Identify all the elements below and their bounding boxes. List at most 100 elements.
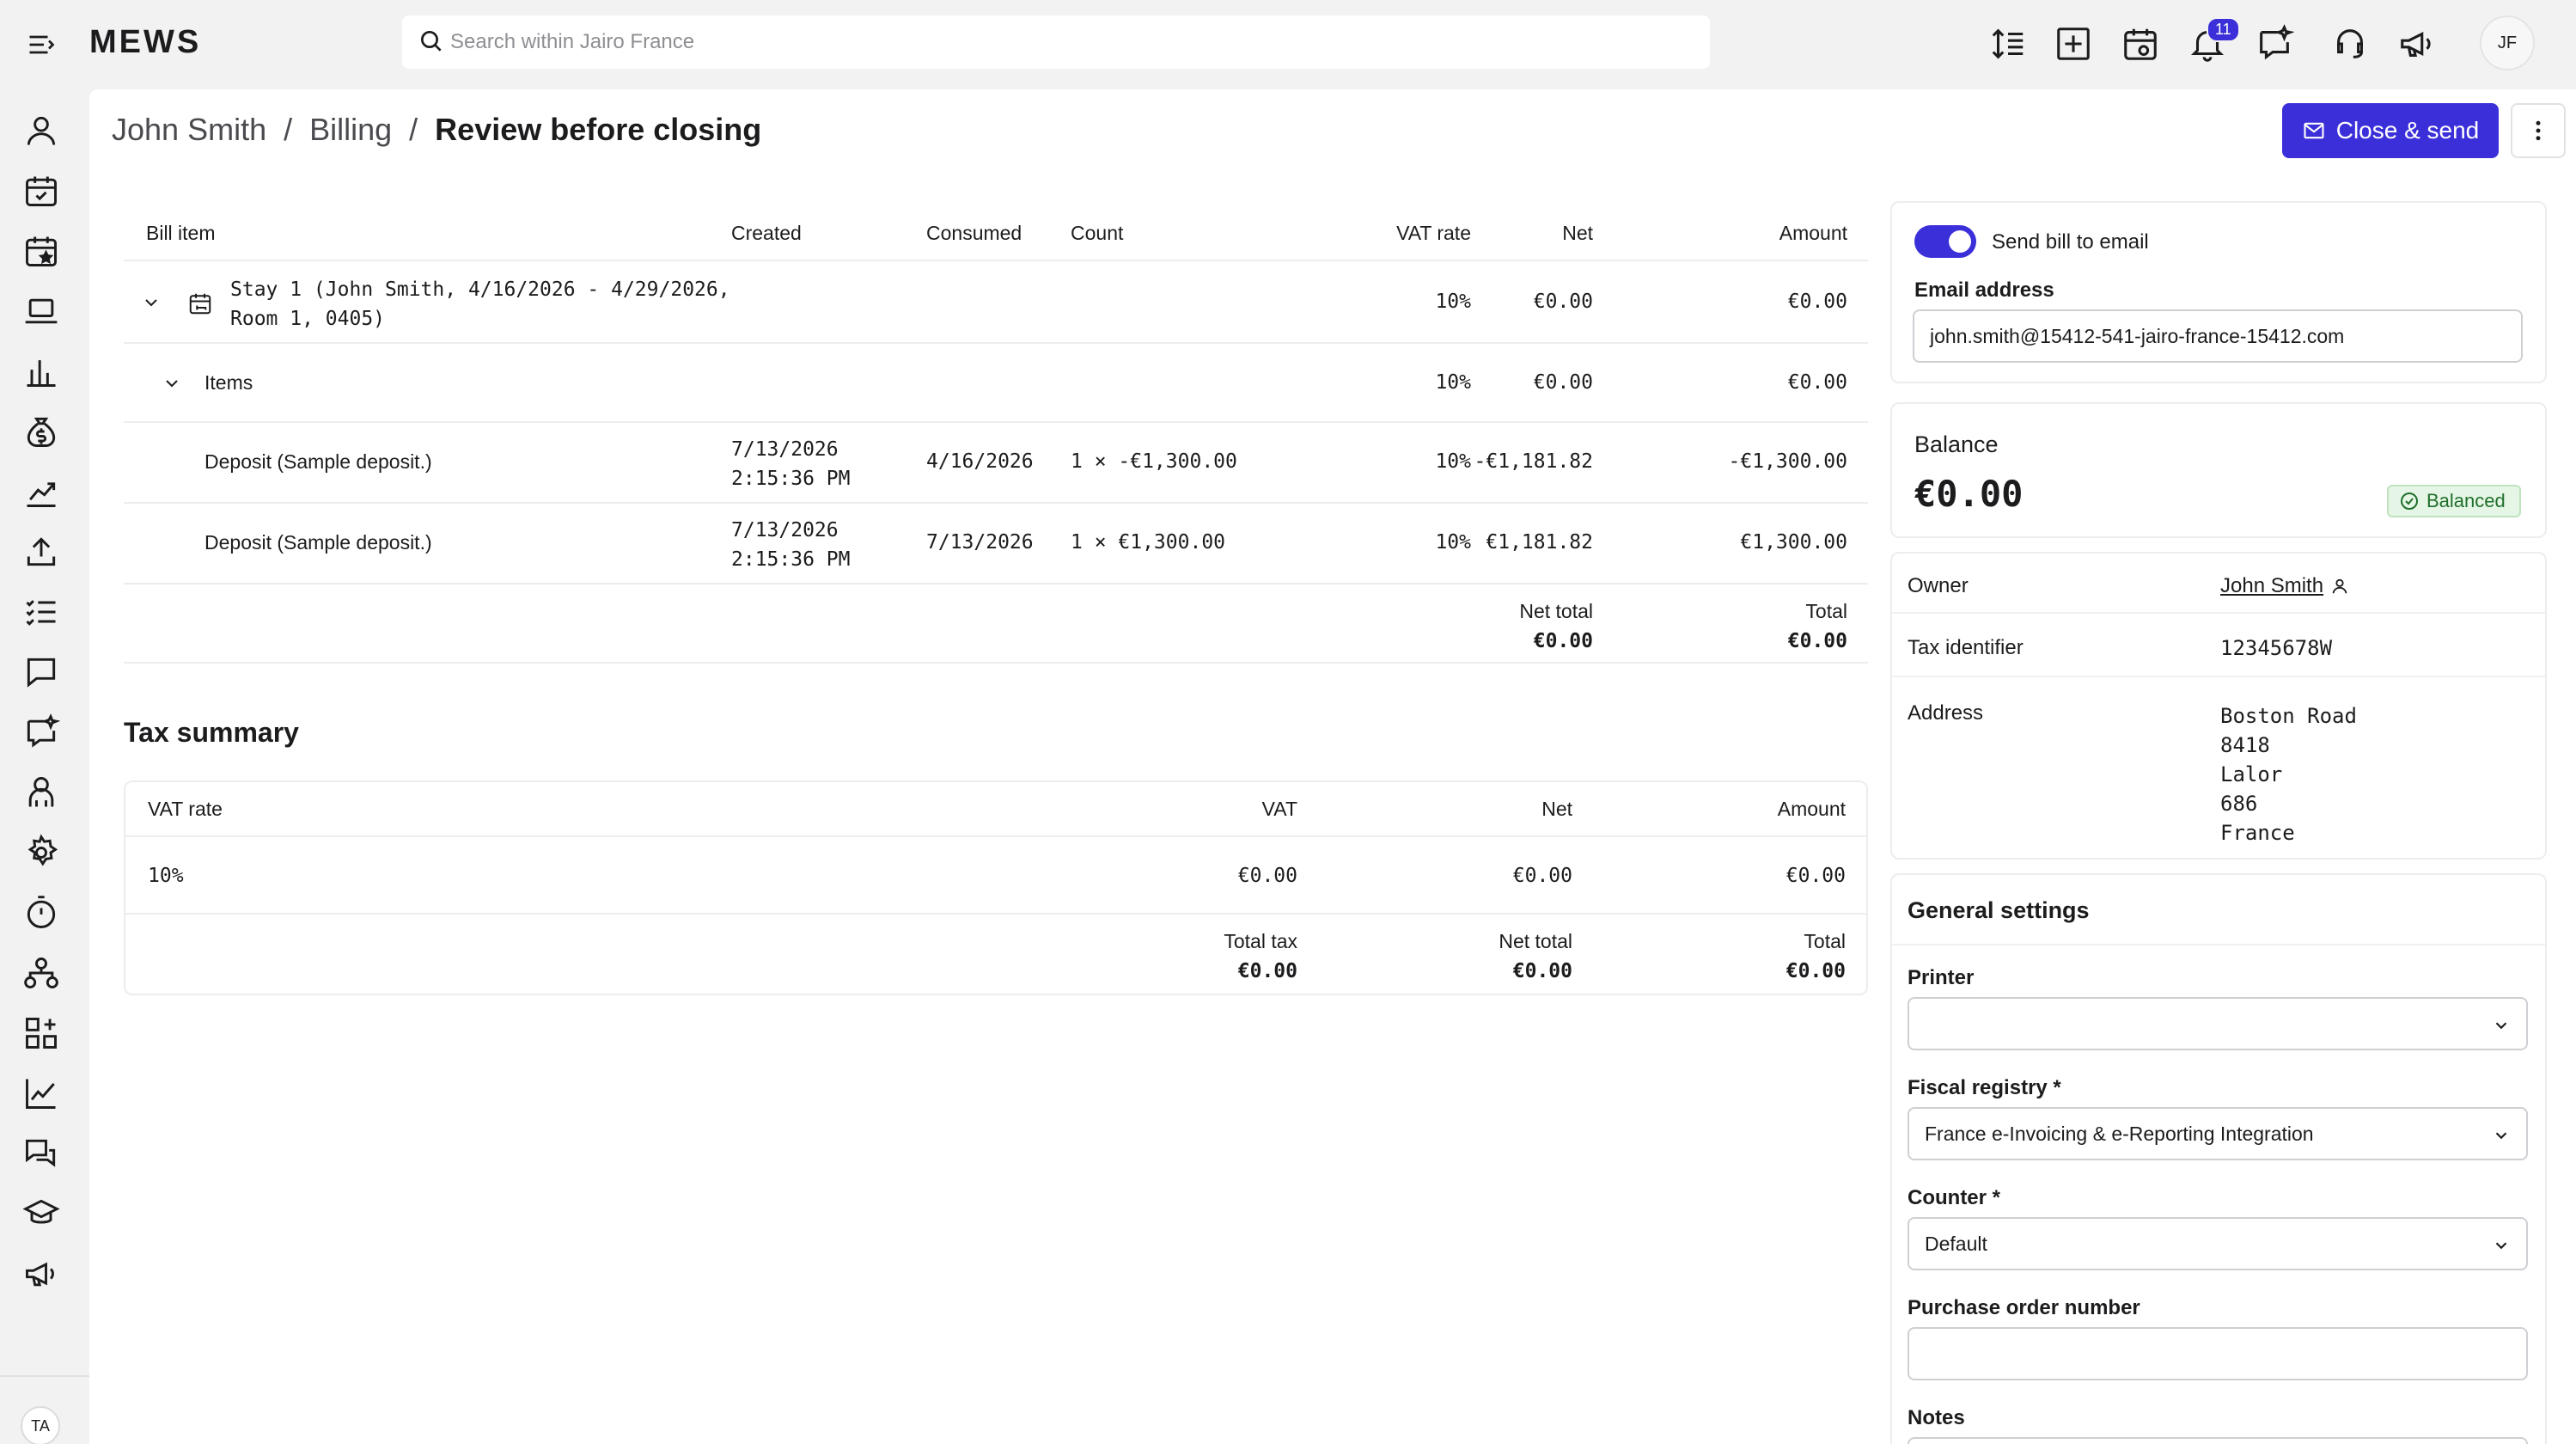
megaphone-nav-icon[interactable] [22,1255,60,1293]
row-net: €1,181.82 [1486,531,1593,554]
balance-value: €0.00 [1914,473,2024,515]
apps-add-icon[interactable] [22,1014,60,1052]
user-avatar[interactable]: JF [2480,15,2535,70]
tax-col-net: Net [1541,798,1572,820]
settings-divider [1892,944,2545,945]
graduation-cap-icon[interactable] [22,1195,60,1233]
send-email-toggle[interactable] [1914,225,1976,258]
breadcrumb-separator: / [284,112,293,147]
gear-icon[interactable] [22,834,60,872]
row-consumed: 7/13/2026 [926,531,1034,554]
search-input[interactable] [450,24,1688,60]
table-row[interactable]: Deposit (Sample deposit.) 7/13/2026 2:15:… [124,423,1868,504]
row-vat: 10% [1435,450,1471,473]
chevron-down-icon[interactable] [141,292,162,313]
general-settings-card: General settings Printer Fiscal registry… [1890,873,2547,1444]
row-count: 1 × €1,300.00 [1071,531,1226,554]
tax-totals-row: Total tax €0.00 Net total €0.00 Total €0.00 [125,915,1866,994]
email-input[interactable]: john.smith@15412-541-jairo-france-15412.… [1913,309,2523,363]
checklist-icon[interactable] [22,593,60,631]
col-vat-rate[interactable]: VAT rate [1396,222,1471,245]
counter-label: Counter * [1908,1186,2000,1209]
stay-row[interactable]: Stay 1 (John Smith, 4/16/2026 - 4/29/202… [124,261,1868,344]
grand-total: Total €0.00 [1787,600,1847,652]
items-vat: 10% [1435,371,1471,394]
tax-net: €0.00 [1512,865,1572,887]
po-number-input[interactable] [1908,1327,2528,1380]
close-send-button[interactable]: Close & send [2282,103,2499,158]
ai-chat-icon[interactable] [22,713,60,751]
address-value: Boston Road 8418 Lalor 686 France [2220,704,2357,845]
menu-icon[interactable] [26,29,57,60]
col-bill-item[interactable]: Bill item [146,222,216,245]
stay-label: Stay 1 (John Smith, 4/16/2026 - 4/29/202… [230,278,730,330]
main-content: John Smith / Billing / Review before closing… [89,89,2576,1444]
user-icon[interactable] [22,112,60,150]
stay-net: €0.00 [1533,291,1593,313]
notes-label: Notes [1908,1406,1965,1429]
more-options-button[interactable] [2511,103,2566,158]
add-box-icon[interactable] [2054,24,2093,64]
chat-sparkle-icon[interactable] [2255,24,2294,64]
breadcrumb-billing[interactable]: Billing [309,112,392,147]
tax-id-value: 12345678W [2220,636,2333,660]
row-item: Deposit (Sample deposit.) [204,531,432,554]
row-amount: -€1,300.00 [1728,450,1847,473]
owner-link[interactable]: John Smith [2220,574,2349,598]
tax-grand-total: Total €0.00 [1785,930,1846,982]
fiscal-registry-select[interactable]: France e-Invoicing & e-Reporting Integra… [1908,1107,2528,1160]
bar-chart-icon[interactable] [22,352,60,390]
money-bag-icon[interactable] [22,413,60,450]
message-icon[interactable] [22,653,60,691]
address-label: Address [1908,701,1984,725]
totals-row: Net total €0.00 Total €0.00 [124,584,1868,664]
printer-label: Printer [1908,966,1975,989]
items-group-label: Items [204,371,253,394]
items-group-row[interactable]: Items 10% €0.00 €0.00 [124,344,1868,423]
items-amount: €0.00 [1787,371,1847,394]
counter-select[interactable]: Default [1908,1217,2528,1270]
upload-icon[interactable] [22,533,60,571]
stay-amount: €0.00 [1787,291,1847,313]
conversation-icon[interactable] [22,1135,60,1172]
nav-user-avatar[interactable]: TA [21,1406,60,1444]
row-created: 7/13/2026 2:15:36 PM [731,438,851,490]
tax-col-rate: VAT rate [148,798,223,820]
search-bar[interactable] [402,15,1710,69]
support-icon[interactable] [2330,24,2370,64]
fiscal-registry-label: Fiscal registry * [1908,1076,2061,1099]
col-count[interactable]: Count [1071,222,1123,245]
hierarchy-icon[interactable] [22,954,60,992]
row-created: 7/13/2026 2:15:36 PM [731,519,851,571]
tax-header: VAT rate VAT Net Amount [125,782,1866,837]
stay-vat: 10% [1435,291,1471,313]
laptop-icon[interactable] [22,292,60,330]
tax-summary-title: Tax summary [124,717,299,748]
tax-net-total: Net total €0.00 [1499,930,1572,982]
line-height-icon[interactable] [1988,24,2028,64]
breadcrumb-separator: / [409,112,418,147]
megaphone-icon[interactable] [2397,24,2437,64]
check-circle-icon [2401,493,2418,510]
calendar-star-icon[interactable] [22,232,60,270]
breadcrumb-customer[interactable]: John Smith [112,112,266,147]
col-consumed[interactable]: Consumed [926,222,1022,245]
notes-input[interactable] [1908,1437,2528,1444]
calendar-search-icon[interactable] [2121,24,2160,64]
printer-select[interactable] [1908,997,2528,1050]
col-net[interactable]: Net [1562,222,1593,245]
table-row[interactable]: Deposit (Sample deposit.) 7/13/2026 2:15:… [124,504,1868,584]
col-created[interactable]: Created [731,222,802,245]
chevron-down-icon[interactable] [162,373,182,394]
calendar-check-icon[interactable] [22,172,60,210]
col-amount[interactable]: Amount [1779,222,1847,245]
notification-badge: 11 [2207,17,2240,42]
timer-icon[interactable] [22,894,60,932]
chevron-down-icon [2495,1132,2507,1140]
trend-chart-icon[interactable] [22,473,60,511]
line-chart-icon[interactable] [22,1074,60,1112]
staff-icon[interactable] [22,774,60,811]
po-number-label: Purchase order number [1908,1296,2140,1319]
mews-logo[interactable]: MEWS [89,24,201,61]
address-row: Address Boston Road 8418 Lalor 686 Franc… [1892,679,2545,860]
